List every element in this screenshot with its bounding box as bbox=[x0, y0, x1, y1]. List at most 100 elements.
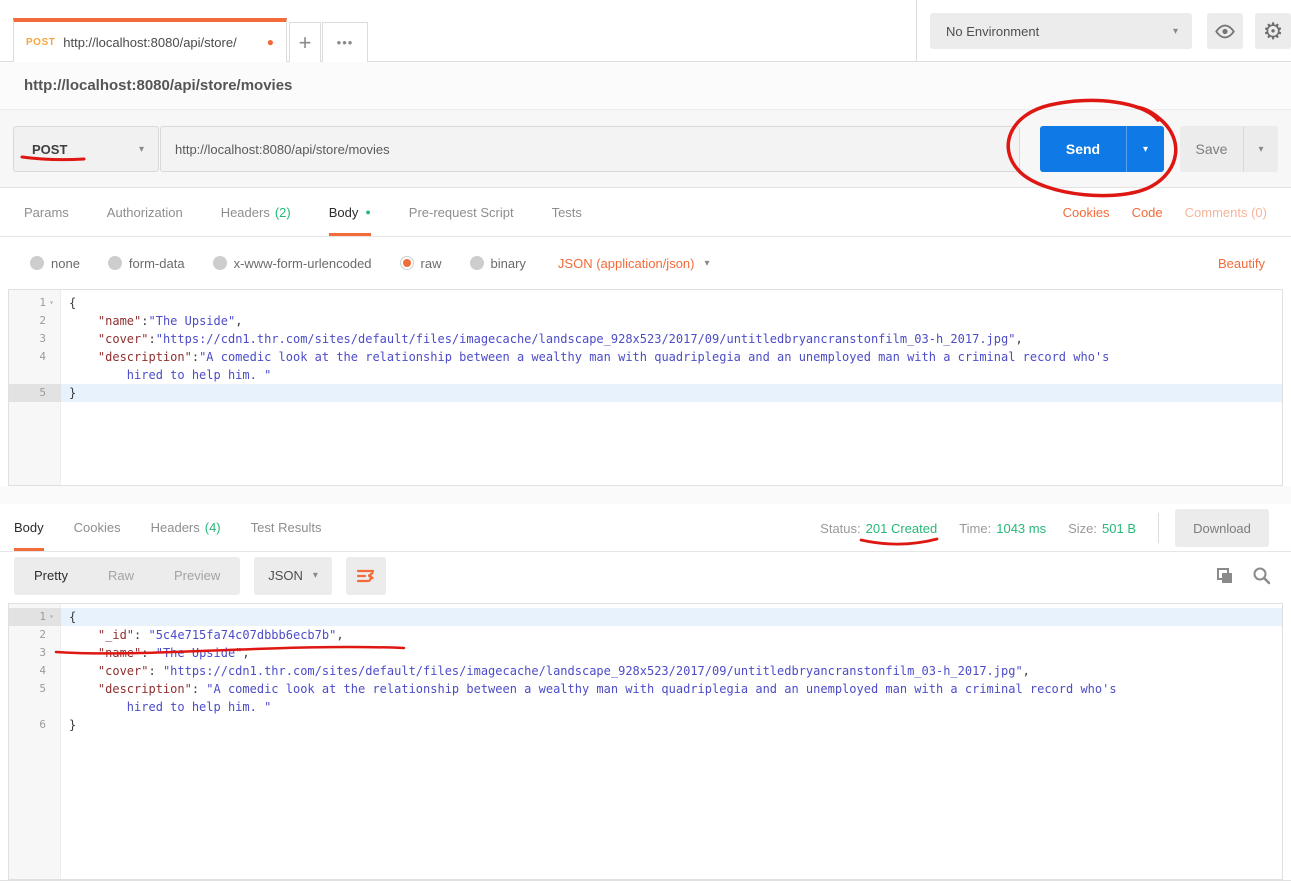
gear-icon: ⚙ bbox=[1263, 20, 1284, 43]
radio-label: binary bbox=[491, 256, 526, 271]
radio-x-www-form-urlencoded[interactable]: x-www-form-urlencoded bbox=[213, 256, 372, 271]
code-content: "_id": "5c4e715fa74c07dbbb6ecb7b", bbox=[61, 626, 1282, 644]
postman-app: POST http://localhost:8080/api/store/ ● … bbox=[0, 0, 1291, 884]
code-token: : bbox=[134, 628, 148, 642]
tab-label: Headers bbox=[221, 205, 270, 220]
tab-label: Cookies bbox=[74, 520, 121, 535]
line-number-text: 1 bbox=[39, 294, 46, 312]
code-token: "A comedic look at the relationship betw… bbox=[69, 682, 1117, 714]
save-options-button[interactable]: ▾ bbox=[1243, 126, 1278, 172]
code-line[interactable]: 4 "cover": "https://cdn1.thr.com/sites/d… bbox=[9, 662, 1282, 680]
response-tab-cookies[interactable]: Cookies bbox=[74, 504, 121, 551]
line-number-text: 3 bbox=[39, 330, 46, 348]
request-body-editor[interactable]: 1▾ {2 "name":"The Upside",3 "cover":"http… bbox=[8, 289, 1283, 486]
code-line[interactable]: 3 "cover":"https://cdn1.thr.com/sites/de… bbox=[9, 330, 1282, 348]
code-token: , bbox=[1015, 332, 1022, 346]
new-tab-button[interactable]: + bbox=[289, 22, 321, 62]
tab-tests[interactable]: Tests bbox=[552, 188, 582, 236]
radio-icon bbox=[30, 256, 44, 270]
download-button[interactable]: Download bbox=[1175, 509, 1269, 547]
code-content: "cover":"https://cdn1.thr.com/sites/defa… bbox=[61, 330, 1282, 348]
beautify-link[interactable]: Beautify bbox=[1218, 256, 1265, 271]
code-line[interactable]: 1▾{ bbox=[9, 608, 1282, 626]
response-body-editor[interactable]: 1▾{2 "_id": "5c4e715fa74c07dbbb6ecb7b",3… bbox=[8, 603, 1283, 880]
tab-authorization[interactable]: Authorization bbox=[107, 188, 183, 236]
send-button[interactable]: Send bbox=[1040, 126, 1126, 172]
settings-button[interactable]: ⚙ bbox=[1255, 13, 1291, 49]
radio-binary[interactable]: binary bbox=[470, 256, 526, 271]
response-format-select[interactable]: JSON ▾ bbox=[254, 557, 332, 595]
method-select[interactable]: POST ▾ bbox=[13, 126, 159, 172]
view-raw[interactable]: Raw bbox=[88, 557, 154, 595]
request-tab[interactable]: POST http://localhost:8080/api/store/ ● bbox=[13, 18, 287, 62]
fold-caret-icon: ▾ bbox=[46, 294, 57, 312]
code-token: , bbox=[1023, 664, 1030, 678]
environment-quicklook-button[interactable] bbox=[1207, 13, 1243, 49]
line-number: 5 bbox=[9, 384, 61, 402]
response-tab-test-results[interactable]: Test Results bbox=[251, 504, 322, 551]
code-line[interactable]: 5} bbox=[9, 384, 1282, 402]
code-line[interactable]: 3 "name": "The Upside", bbox=[9, 644, 1282, 662]
radio-dot-icon bbox=[403, 259, 411, 267]
code-line[interactable]: 5 "description": "A comedic look at the … bbox=[9, 680, 1282, 716]
code-line[interactable]: 4 "description":"A comedic look at the r… bbox=[9, 348, 1282, 384]
code-token: , bbox=[235, 314, 242, 328]
view-pretty[interactable]: Pretty bbox=[14, 557, 88, 595]
tab-label: Body bbox=[329, 205, 359, 220]
topbar-divider bbox=[916, 0, 917, 62]
method-label: POST bbox=[32, 142, 139, 157]
search-button[interactable] bbox=[1252, 566, 1271, 585]
code-line[interactable]: 1▾ { bbox=[9, 294, 1282, 312]
line-number: 2 bbox=[9, 312, 61, 330]
radio-label: x-www-form-urlencoded bbox=[234, 256, 372, 271]
body-filled-dot-icon: ● bbox=[365, 207, 370, 217]
code-line[interactable]: 2 "name":"The Upside", bbox=[9, 312, 1282, 330]
tab-params[interactable]: Params bbox=[24, 188, 69, 236]
tab-pre-request-script[interactable]: Pre-request Script bbox=[409, 188, 514, 236]
code-token: : bbox=[141, 314, 148, 328]
radio-icon bbox=[213, 256, 227, 270]
code-token: "description" bbox=[98, 682, 192, 696]
body-options-row: none form-data x-www-form-urlencoded raw bin… bbox=[0, 237, 1291, 289]
code-line[interactable]: 6} bbox=[9, 716, 1282, 734]
eye-icon bbox=[1214, 24, 1236, 39]
view-preview[interactable]: Preview bbox=[154, 557, 240, 595]
link-code[interactable]: Code bbox=[1132, 205, 1163, 220]
tab-method-badge: POST bbox=[26, 37, 55, 48]
code-line[interactable]: 2 "_id": "5c4e715fa74c07dbbb6ecb7b", bbox=[9, 626, 1282, 644]
more-tabs-button[interactable]: ••• bbox=[322, 22, 368, 62]
code-token: , bbox=[242, 646, 249, 660]
tab-body[interactable]: Body ● bbox=[329, 188, 371, 236]
url-input[interactable] bbox=[160, 126, 1020, 172]
line-number: 2 bbox=[9, 626, 61, 644]
environment-select[interactable]: No Environment ▾ bbox=[930, 13, 1192, 49]
tab-label: Authorization bbox=[107, 205, 183, 220]
radio-none[interactable]: none bbox=[30, 256, 80, 271]
link-comments-0[interactable]: Comments (0) bbox=[1185, 205, 1267, 220]
tab-label: Test Results bbox=[251, 520, 322, 535]
radio-label: none bbox=[51, 256, 80, 271]
line-number: 4 bbox=[9, 348, 61, 384]
code-content: "name": "The Upside", bbox=[61, 644, 1282, 662]
copy-button[interactable] bbox=[1216, 567, 1234, 585]
code-token: "cover" bbox=[98, 664, 149, 678]
line-number-text: 4 bbox=[39, 348, 46, 366]
code-token: { bbox=[69, 296, 76, 310]
section-spacer bbox=[0, 486, 1291, 504]
code-token: "5c4e715fa74c07dbbb6ecb7b" bbox=[148, 628, 336, 642]
save-button[interactable]: Save bbox=[1180, 126, 1243, 172]
body-type-radios: none form-data x-www-form-urlencoded raw bin… bbox=[30, 256, 554, 271]
line-number-text: 5 bbox=[39, 680, 46, 698]
wrap-lines-button[interactable] bbox=[346, 557, 386, 595]
send-options-button[interactable]: ▾ bbox=[1126, 126, 1164, 172]
radio-raw[interactable]: raw bbox=[400, 256, 442, 271]
content-type-select[interactable]: JSON (application/json) ▾ bbox=[558, 256, 710, 271]
response-tab-body[interactable]: Body bbox=[14, 504, 44, 551]
tab-label: Params bbox=[24, 205, 69, 220]
radio-form-data[interactable]: form-data bbox=[108, 256, 185, 271]
link-cookies[interactable]: Cookies bbox=[1063, 205, 1110, 220]
response-tab-headers[interactable]: Headers(4) bbox=[151, 504, 221, 551]
tab-headers[interactable]: Headers(2) bbox=[221, 188, 291, 236]
request-bar: POST ▾ Send ▾ Save ▾ bbox=[0, 110, 1291, 188]
page-title: http://localhost:8080/api/store/movies bbox=[24, 77, 292, 94]
